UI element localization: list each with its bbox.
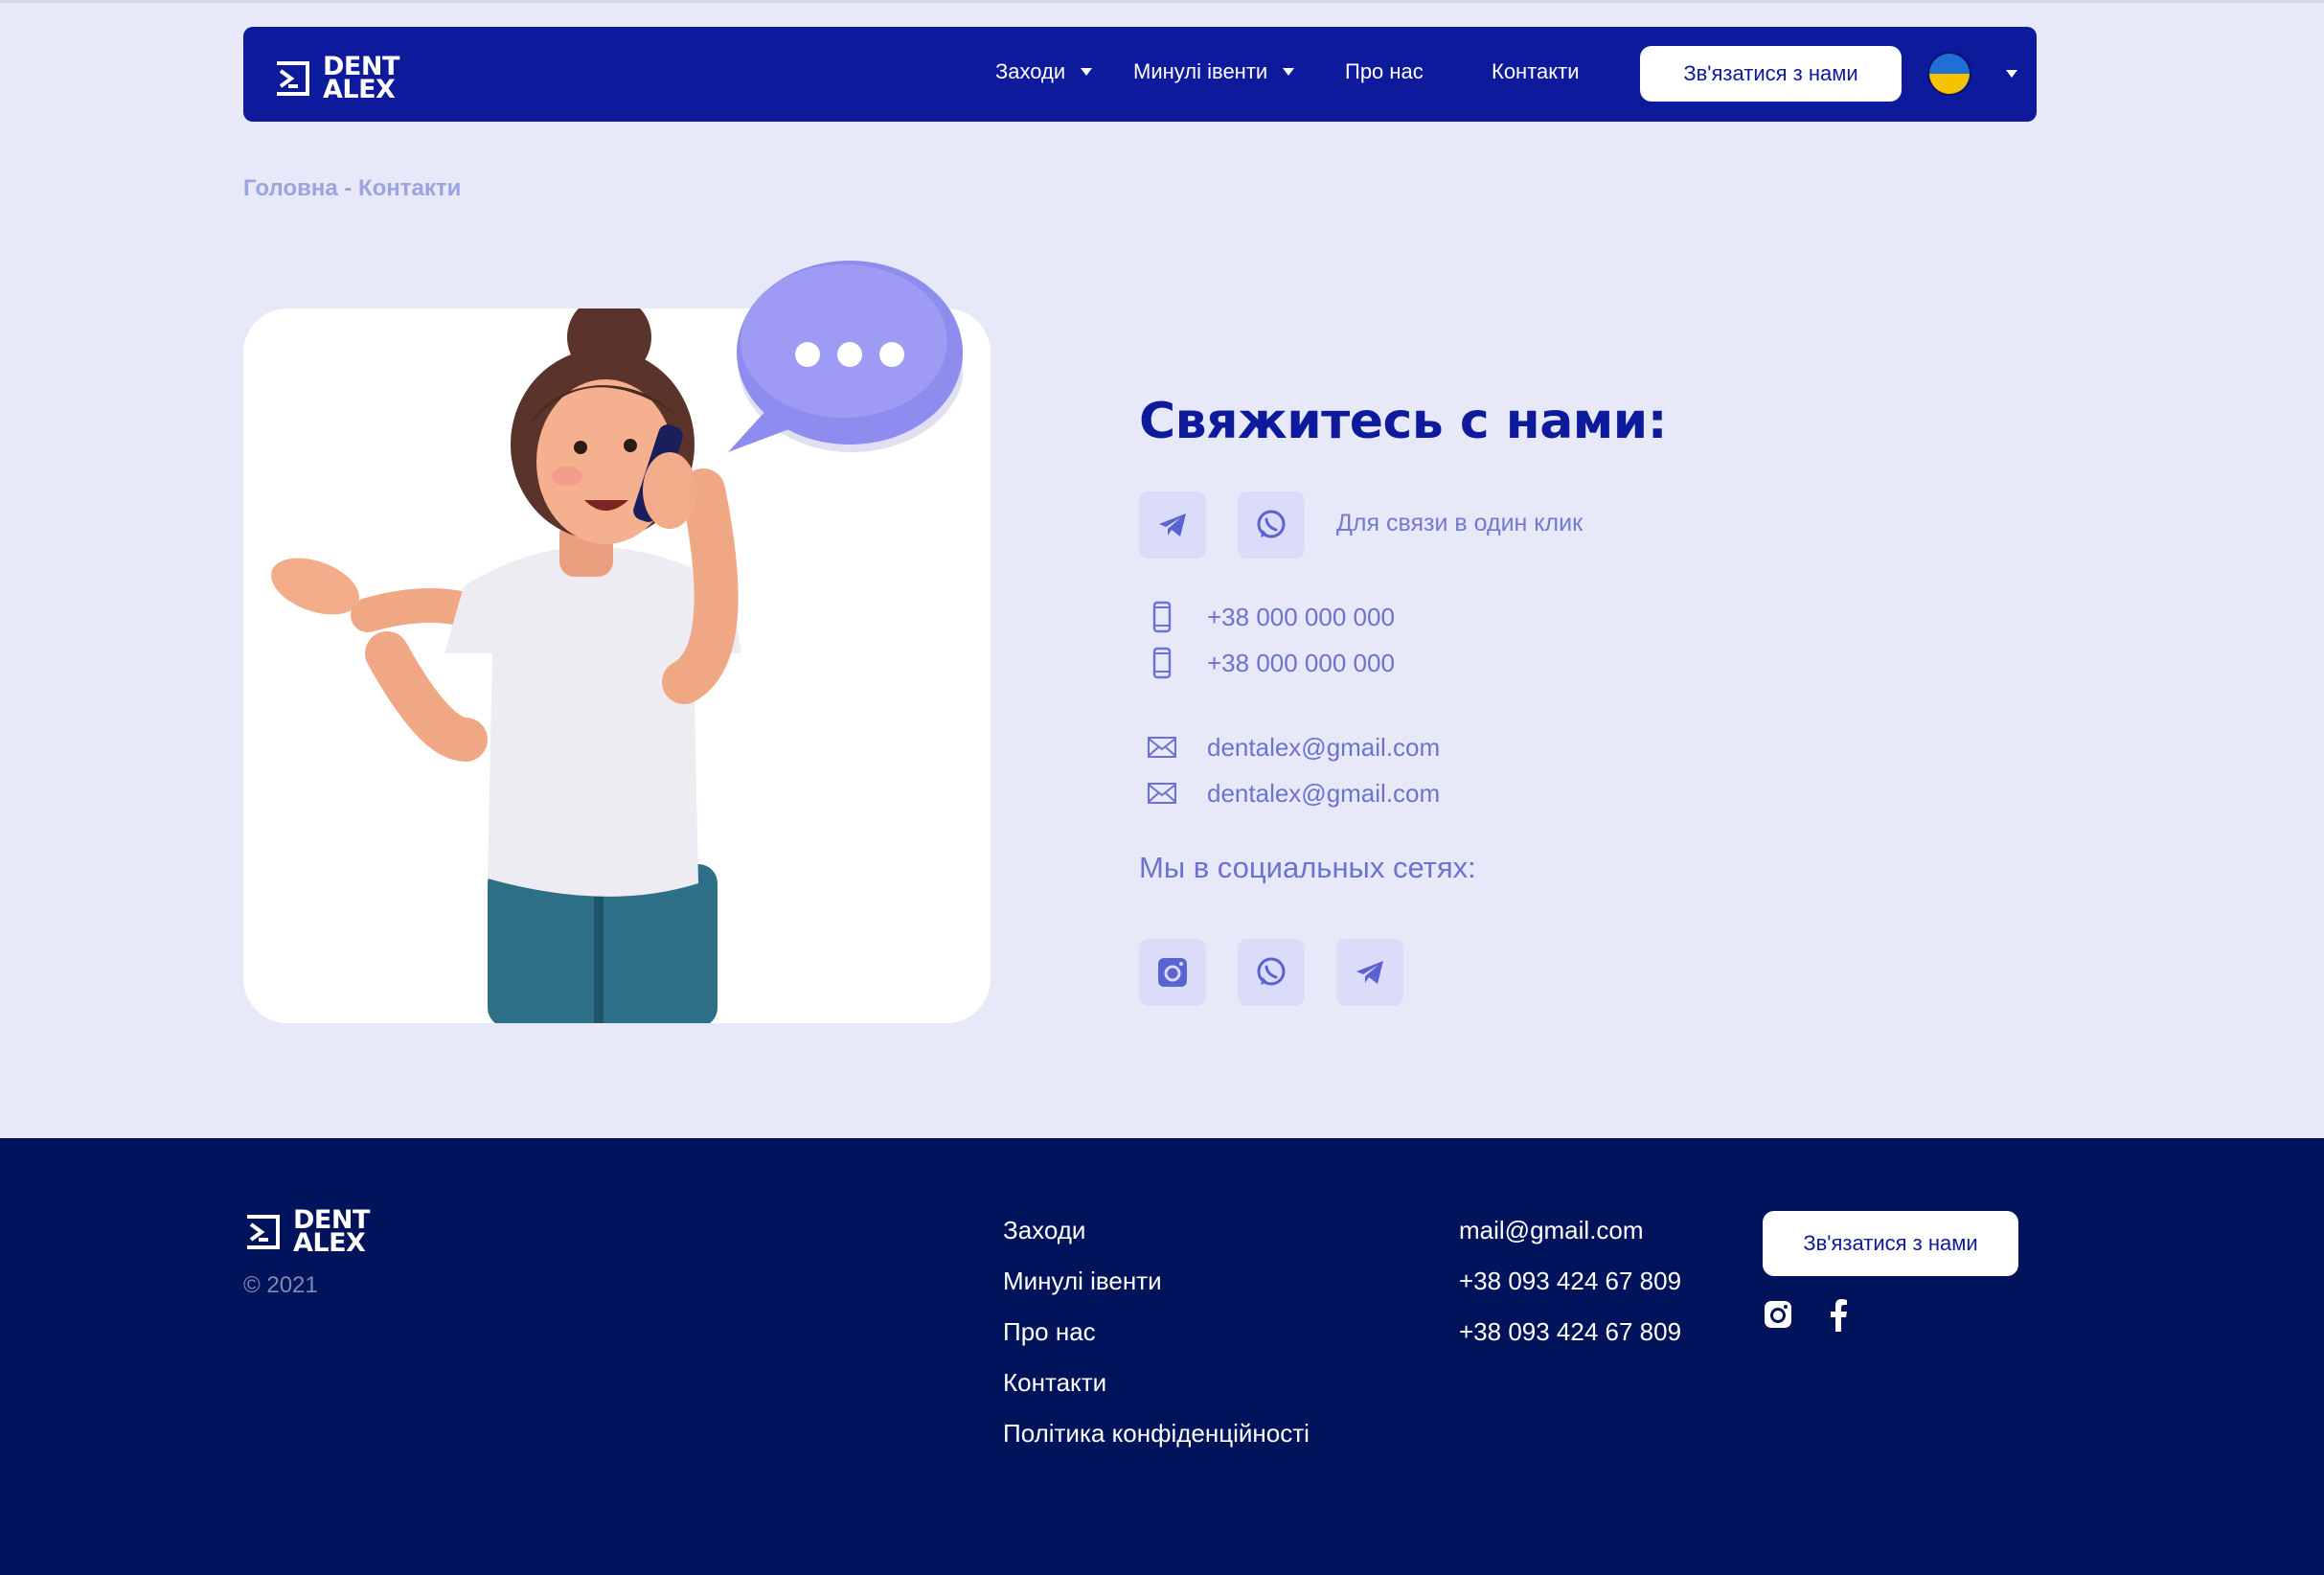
footer-phone[interactable]: +38 093 424 67 809 [1459,1267,1681,1296]
ukraine-flag-icon[interactable] [1927,52,1971,96]
footer-contact-us-button[interactable]: Зв'язатися з нами [1763,1211,2018,1276]
nav-item-contacts[interactable]: Контакти [1492,59,1580,84]
envelope-icon [1148,783,1176,804]
footer-link-about[interactable]: Про нас [1003,1317,1096,1347]
phone-number[interactable]: +38 000 000 000 [1207,649,1395,678]
telegram-icon [1356,961,1383,984]
telegram-button[interactable] [1139,491,1206,559]
instagram-button[interactable] [1139,939,1206,1006]
chevron-down-icon [1081,68,1093,76]
footer-link-privacy-policy[interactable]: Політика конфіденційності [1003,1419,1310,1449]
mobile-phone-icon [1152,601,1172,633]
whatsapp-button[interactable] [1238,491,1305,559]
logo-mark-icon [247,1215,280,1249]
envelope-icon [1148,737,1176,758]
email-row[interactable]: dentalex@gmail.com [1146,777,1440,810]
breadcrumb[interactable]: Головна - Контакти [243,175,461,202]
footer: DENT ALEX © 2021 Заходи Минулі івенти Пр… [0,1138,2324,1575]
email-address[interactable]: dentalex@gmail.com [1207,733,1440,763]
nav-item-events[interactable]: Заходи [995,59,1093,84]
phone-number[interactable]: +38 000 000 000 [1207,603,1395,632]
top-divider [0,0,2324,3]
telegram-button[interactable] [1336,939,1403,1006]
language-chevron-down-icon[interactable] [2006,70,2017,78]
nav-item-about[interactable]: Про нас [1345,59,1424,84]
telegram-icon [1159,514,1186,536]
phone-row[interactable]: +38 000 000 000 [1146,601,1395,633]
email-address[interactable]: dentalex@gmail.com [1207,779,1440,809]
copyright: © 2021 [243,1272,318,1298]
speech-bubble-icon [728,261,963,452]
footer-email[interactable]: mail@gmail.com [1459,1216,1644,1245]
whatsapp-icon [1257,510,1286,538]
email-row[interactable]: dentalex@gmail.com [1146,731,1440,764]
instagram-icon [1158,958,1187,987]
footer-link-past-events[interactable]: Минулі івенти [1003,1267,1162,1296]
logo-wordmark: DENT ALEX [293,1205,370,1258]
contact-heading: Свяжитесь с нами: [1139,393,1668,450]
phone-row[interactable]: +38 000 000 000 [1146,647,1395,679]
whatsapp-button[interactable] [1238,939,1305,1006]
logo[interactable]: DENT ALEX [273,52,399,104]
nav-item-past-events[interactable]: Минулі івенти [1133,59,1295,84]
whatsapp-icon [1257,957,1286,986]
logo-mark-icon [277,61,309,96]
logo-wordmark: DENT ALEX [323,52,399,104]
footer-link-events[interactable]: Заходи [1003,1216,1085,1245]
footer-logo[interactable]: DENT ALEX [243,1205,370,1258]
footer-phone[interactable]: +38 093 424 67 809 [1459,1317,1681,1347]
social-networks-title: Мы в социальных сетях: [1139,851,1476,884]
contact-us-button[interactable]: Зв'язатися з нами [1640,46,1902,102]
instagram-icon[interactable] [1763,1299,1793,1330]
mobile-phone-icon [1152,647,1172,679]
footer-link-contacts[interactable]: Контакти [1003,1368,1106,1398]
facebook-icon[interactable] [1828,1299,1849,1332]
navbar: DENT ALEX Заходи Минулі івенти Про нас К… [243,27,2037,122]
chevron-down-icon [1283,68,1295,76]
one-click-contact-text: Для связи в один клик [1336,510,1584,536]
